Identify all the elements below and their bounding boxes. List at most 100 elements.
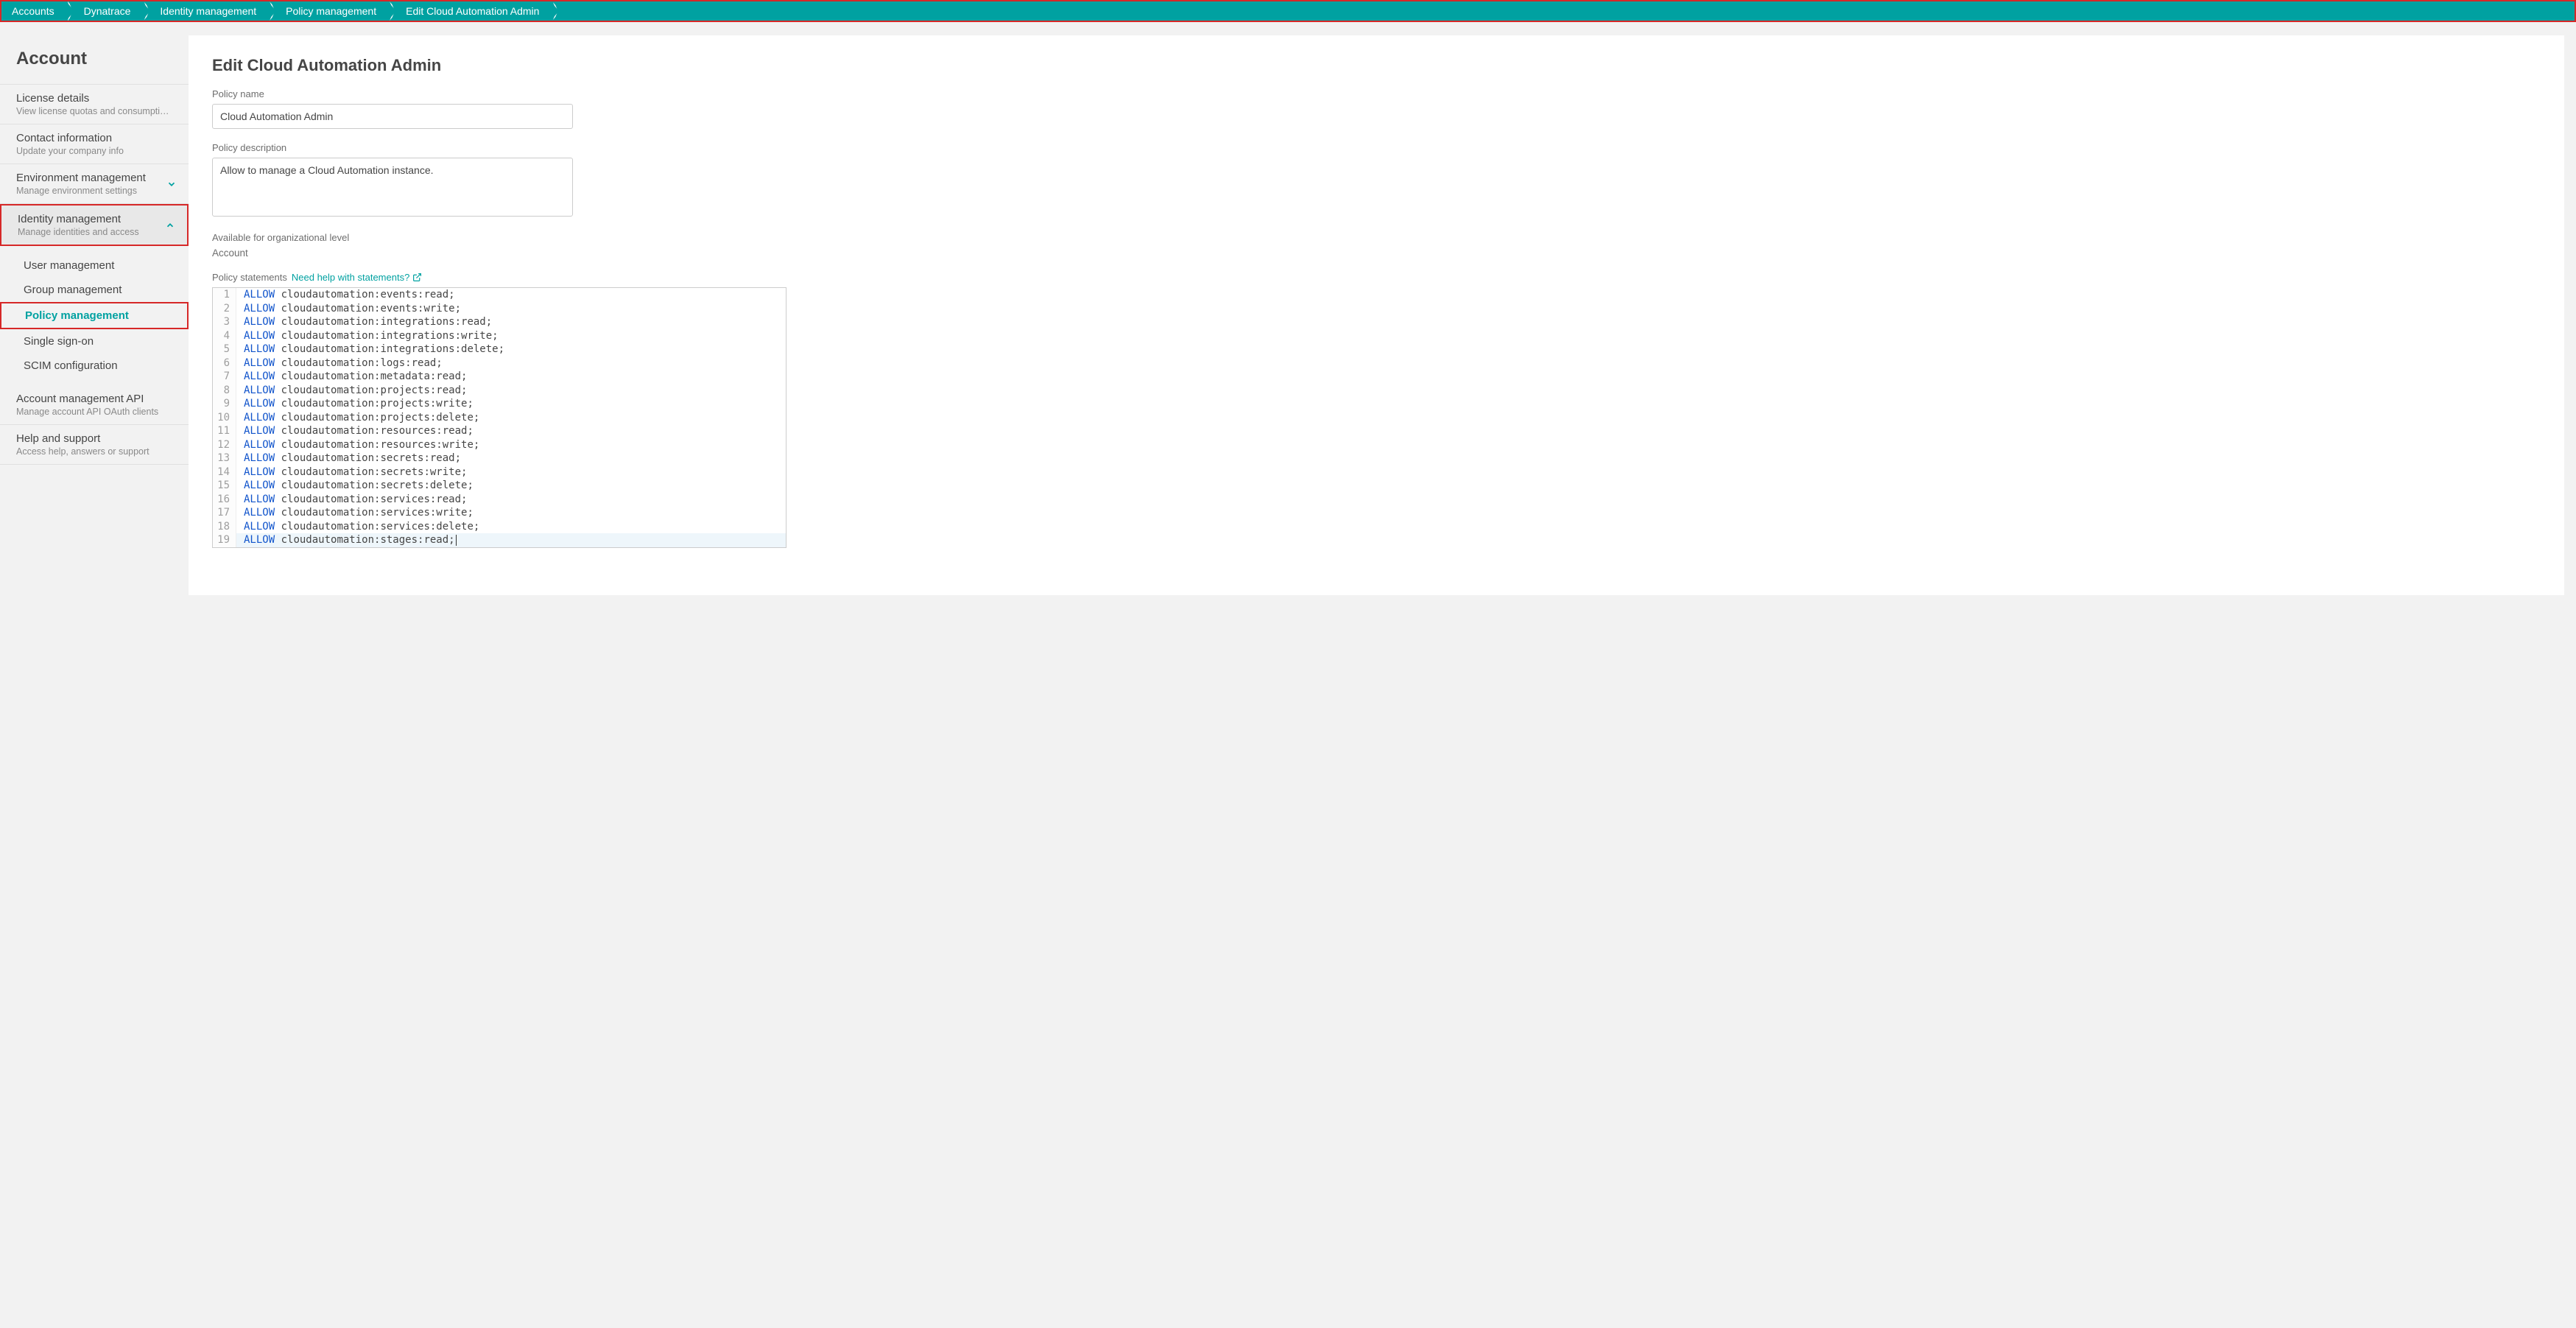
sidebar-item[interactable]: Help and supportAccess help, answers or … (0, 425, 189, 465)
editor-line[interactable]: 16ALLOW cloudautomation:services:read; (213, 493, 786, 507)
code-content: ALLOW cloudautomation:services:delete; (236, 520, 479, 534)
code-content: ALLOW cloudautomation:resources:read; (236, 424, 474, 438)
editor-line[interactable]: 13ALLOW cloudautomation:secrets:read; (213, 452, 786, 465)
editor-line[interactable]: 8ALLOW cloudautomation:projects:read; (213, 384, 786, 398)
line-number: 7 (213, 370, 236, 384)
line-number: 15 (213, 479, 236, 493)
line-number: 6 (213, 356, 236, 370)
policy-statements-editor[interactable]: 1ALLOW cloudautomation:events:read;2ALLO… (212, 287, 786, 548)
editor-line[interactable]: 17ALLOW cloudautomation:services:write; (213, 506, 786, 520)
line-number: 2 (213, 302, 236, 316)
org-level-label: Available for organizational level (212, 232, 2541, 243)
chevron-up-icon (165, 220, 175, 231)
code-content: ALLOW cloudautomation:projects:write; (236, 397, 474, 411)
code-content: ALLOW cloudautomation:events:write; (236, 302, 461, 316)
breadcrumb-item[interactable]: Accounts (1, 1, 68, 21)
policy-name-label: Policy name (212, 88, 2541, 99)
editor-line[interactable]: 5ALLOW cloudautomation:integrations:dele… (213, 342, 786, 356)
sidebar-item-subtitle: Manage environment settings (16, 186, 174, 196)
breadcrumb-item[interactable]: Edit Cloud Automation Admin (390, 1, 552, 21)
code-content: ALLOW cloudautomation:secrets:read; (236, 452, 461, 465)
editor-line[interactable]: 6ALLOW cloudautomation:logs:read; (213, 356, 786, 370)
sidebar-item-title: Contact information (16, 132, 174, 144)
line-number: 17 (213, 506, 236, 520)
line-number: 5 (213, 342, 236, 356)
sidebar-item[interactable]: Contact informationUpdate your company i… (0, 124, 189, 164)
sidebar-item[interactable]: License detailsView license quotas and c… (0, 84, 189, 124)
sidebar-heading: Account (0, 37, 189, 84)
breadcrumb-item[interactable]: Dynatrace (68, 1, 144, 21)
policy-desc-input[interactable] (212, 158, 573, 217)
editor-line[interactable]: 1ALLOW cloudautomation:events:read; (213, 288, 786, 302)
sidebar-subnav-item[interactable]: Single sign-on (0, 329, 189, 354)
code-content: ALLOW cloudautomation:integrations:write… (236, 329, 499, 343)
line-number: 4 (213, 329, 236, 343)
sidebar-subnav-item[interactable]: Policy management (0, 302, 189, 329)
editor-line[interactable]: 19ALLOW cloudautomation:stages:read; (213, 533, 786, 547)
code-content: ALLOW cloudautomation:projects:delete; (236, 411, 479, 425)
code-content: ALLOW cloudautomation:events:read; (236, 288, 455, 302)
help-statements-link[interactable]: Need help with statements? (292, 272, 422, 283)
text-cursor (456, 535, 457, 546)
code-content: ALLOW cloudautomation:projects:read; (236, 384, 467, 398)
editor-line[interactable]: 2ALLOW cloudautomation:events:write; (213, 302, 786, 316)
line-number: 19 (213, 533, 236, 547)
line-number: 9 (213, 397, 236, 411)
editor-line[interactable]: 9ALLOW cloudautomation:projects:write; (213, 397, 786, 411)
line-number: 8 (213, 384, 236, 398)
editor-line[interactable]: 18ALLOW cloudautomation:services:delete; (213, 520, 786, 534)
sidebar-item-subtitle: Access help, answers or support (16, 446, 174, 457)
line-number: 13 (213, 452, 236, 465)
line-number: 14 (213, 465, 236, 479)
breadcrumb-item[interactable]: Policy management (270, 1, 390, 21)
line-number: 3 (213, 315, 236, 329)
editor-line[interactable]: 11ALLOW cloudautomation:resources:read; (213, 424, 786, 438)
sidebar: Account License detailsView license quot… (0, 22, 189, 595)
sidebar-item-subtitle: View license quotas and consumption de… (16, 106, 174, 116)
sidebar-item-title: License details (16, 92, 174, 105)
sidebar-subnav: User managementGroup managementPolicy ma… (0, 246, 189, 385)
breadcrumb: AccountsDynatraceIdentity managementPoli… (0, 0, 2576, 22)
line-number: 16 (213, 493, 236, 507)
code-content: ALLOW cloudautomation:resources:write; (236, 438, 479, 452)
editor-line[interactable]: 14ALLOW cloudautomation:secrets:write; (213, 465, 786, 479)
main-content: Edit Cloud Automation Admin Policy name … (189, 35, 2564, 595)
editor-line[interactable]: 10ALLOW cloudautomation:projects:delete; (213, 411, 786, 425)
sidebar-item[interactable]: Identity management Manage identities and… (0, 204, 189, 246)
editor-line[interactable]: 3ALLOW cloudautomation:integrations:read… (213, 315, 786, 329)
editor-line[interactable]: 15ALLOW cloudautomation:secrets:delete; (213, 479, 786, 493)
line-number: 12 (213, 438, 236, 452)
policy-statements-label: Policy statements (212, 272, 287, 283)
sidebar-item[interactable]: Account management API Manage account API… (0, 385, 189, 425)
policy-desc-label: Policy description (212, 142, 2541, 153)
chevron-down-icon (166, 179, 177, 189)
sidebar-subnav-item[interactable]: User management (0, 253, 189, 278)
editor-line[interactable]: 4ALLOW cloudautomation:integrations:writ… (213, 329, 786, 343)
sidebar-item-title: Account management API (16, 393, 174, 405)
sidebar-item-title: Environment management (16, 172, 174, 184)
editor-line[interactable]: 7ALLOW cloudautomation:metadata:read; (213, 370, 786, 384)
sidebar-subnav-item[interactable]: Group management (0, 278, 189, 302)
org-level-value: Account (212, 247, 2541, 259)
policy-name-input[interactable] (212, 104, 573, 129)
page-title: Edit Cloud Automation Admin (212, 56, 2541, 75)
sidebar-item-subtitle: Manage account API OAuth clients (16, 407, 174, 417)
sidebar-item-title: Identity management (18, 213, 172, 225)
code-content: ALLOW cloudautomation:secrets:write; (236, 465, 467, 479)
line-number: 10 (213, 411, 236, 425)
sidebar-subnav-item[interactable]: SCIM configuration (0, 354, 189, 378)
code-content: ALLOW cloudautomation:integrations:read; (236, 315, 492, 329)
external-link-icon (412, 273, 422, 282)
sidebar-item-title: Help and support (16, 432, 174, 445)
breadcrumb-item[interactable]: Identity management (144, 1, 270, 21)
editor-line[interactable]: 12ALLOW cloudautomation:resources:write; (213, 438, 786, 452)
sidebar-item[interactable]: Environment management Manage environment… (0, 164, 189, 204)
line-number: 18 (213, 520, 236, 534)
code-content: ALLOW cloudautomation:metadata:read; (236, 370, 467, 384)
code-content: ALLOW cloudautomation:secrets:delete; (236, 479, 474, 493)
code-content: ALLOW cloudautomation:services:read; (236, 493, 467, 507)
line-number: 11 (213, 424, 236, 438)
sidebar-item-subtitle: Manage identities and access (18, 227, 172, 237)
code-content: ALLOW cloudautomation:stages:read; (236, 533, 457, 547)
code-content: ALLOW cloudautomation:logs:read; (236, 356, 443, 370)
